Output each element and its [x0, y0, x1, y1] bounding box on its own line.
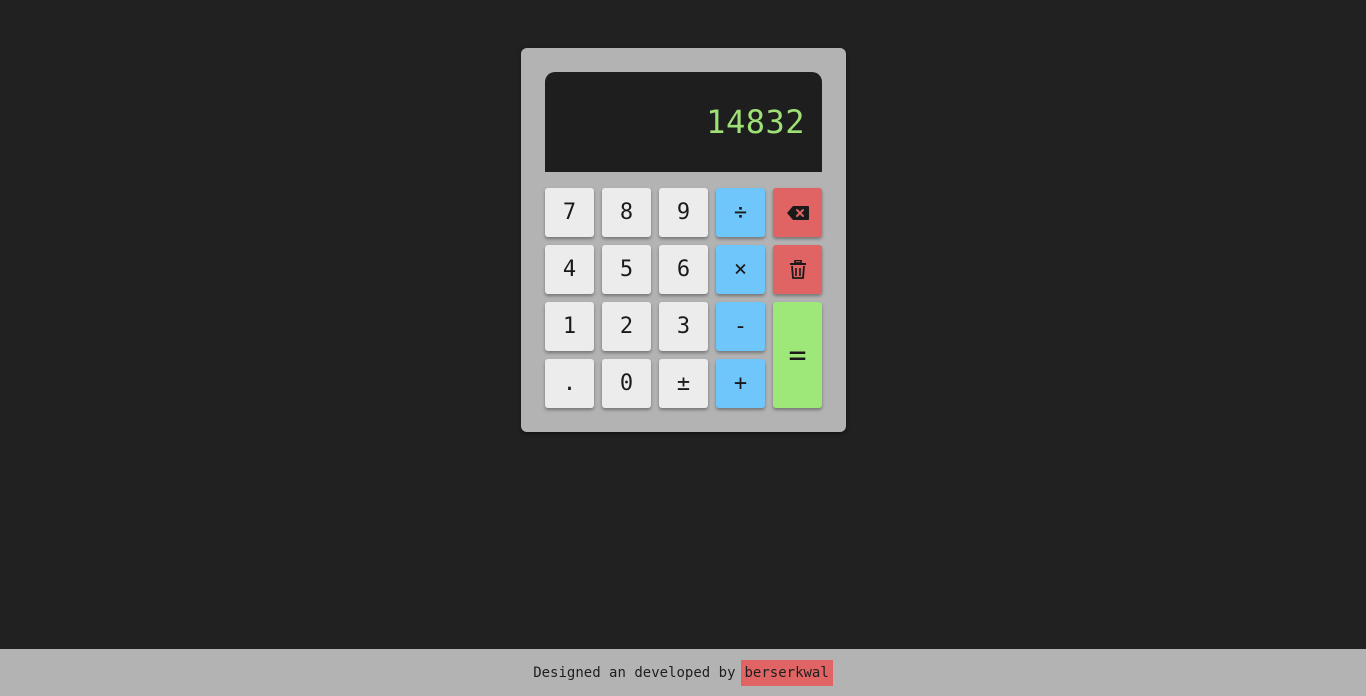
backspace-icon	[786, 205, 809, 220]
plus-button[interactable]: +	[716, 359, 765, 408]
key-0[interactable]: 0	[602, 359, 651, 408]
minus-button[interactable]: -	[716, 302, 765, 351]
key-4[interactable]: 4	[545, 245, 594, 294]
divide-button[interactable]: ÷	[716, 188, 765, 237]
footer-text: Designed an developed by	[533, 664, 736, 681]
key-6[interactable]: 6	[659, 245, 708, 294]
key-5[interactable]: 5	[602, 245, 651, 294]
multiply-button[interactable]: ×	[716, 245, 765, 294]
key-3[interactable]: 3	[659, 302, 708, 351]
calculator: 14832 7 8 9 ÷ 4 5 6 × 1 2 3 - = . 0 ± +	[521, 48, 846, 432]
key-7[interactable]: 7	[545, 188, 594, 237]
equals-button[interactable]: =	[773, 302, 822, 408]
footer: Designed an developed by berserkwal	[0, 649, 1366, 696]
plus-minus-button[interactable]: ±	[659, 359, 708, 408]
key-8[interactable]: 8	[602, 188, 651, 237]
key-1[interactable]: 1	[545, 302, 594, 351]
author-link[interactable]: berserkwal	[740, 659, 833, 686]
decimal-button[interactable]: .	[545, 359, 594, 408]
backspace-button[interactable]	[773, 188, 822, 237]
page: 14832 7 8 9 ÷ 4 5 6 × 1 2 3 - = . 0 ± + …	[0, 0, 1366, 696]
display-value: 14832	[706, 103, 805, 141]
key-2[interactable]: 2	[602, 302, 651, 351]
trash-icon	[789, 260, 806, 279]
key-9[interactable]: 9	[659, 188, 708, 237]
clear-button[interactable]	[773, 245, 822, 294]
calculator-display: 14832	[545, 72, 822, 172]
